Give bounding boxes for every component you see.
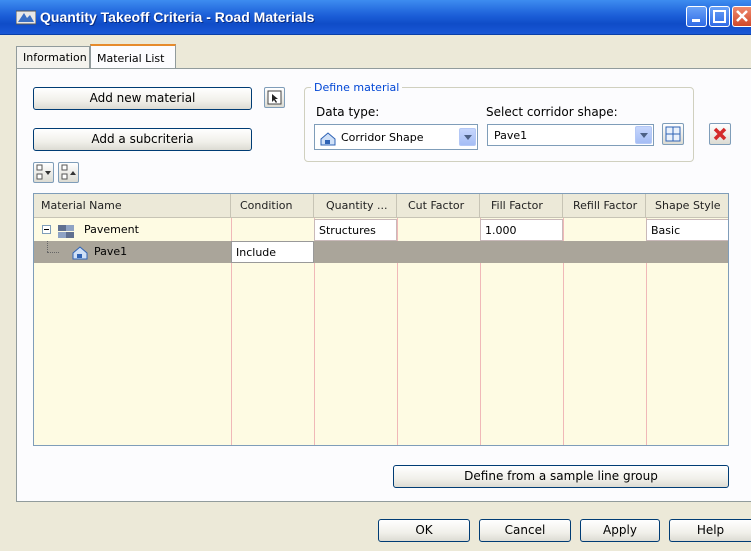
cut-factor-cell[interactable] (397, 241, 480, 263)
select-shape-button[interactable] (662, 123, 684, 145)
corridor-shape-icon (72, 246, 88, 260)
shape-style-cell[interactable]: Basic (646, 219, 728, 241)
collapse-tree-icon (61, 164, 76, 180)
column-header-quantity[interactable]: Quantity ... (314, 194, 397, 218)
expand-all-button[interactable] (33, 162, 54, 183)
add-subcriteria-button[interactable]: Add a subcriteria (33, 128, 252, 151)
tab-information[interactable]: Information (16, 46, 90, 68)
pick-cursor-icon (267, 90, 282, 105)
column-header-fill-factor[interactable]: Fill Factor (480, 194, 563, 218)
material-grid[interactable]: Material Name Condition Quantity ... Cut… (33, 193, 729, 446)
cut-factor-cell[interactable] (397, 219, 480, 241)
data-type-select[interactable]: Corridor Shape (314, 124, 478, 150)
fill-factor-cell[interactable] (480, 241, 563, 263)
maximize-icon (713, 10, 726, 23)
close-button[interactable] (732, 6, 751, 27)
chevron-down-icon (635, 126, 652, 144)
pick-from-drawing-button[interactable] (264, 87, 285, 108)
chevron-down-icon (459, 128, 476, 146)
column-header-condition[interactable]: Condition (231, 194, 314, 218)
corridor-shape-icon (320, 132, 336, 146)
title-bar[interactable]: Quantity Takeoff Criteria - Road Materia… (0, 0, 751, 35)
condition-cell[interactable]: Include (231, 241, 314, 263)
column-header-cut-factor[interactable]: Cut Factor (397, 194, 480, 218)
column-header-shape-style[interactable]: Shape Style (646, 194, 728, 218)
refill-factor-cell[interactable] (563, 241, 646, 263)
app-icon (16, 10, 36, 25)
define-from-sample-line-group-button[interactable]: Define from a sample line group (393, 465, 729, 488)
refill-factor-cell[interactable] (563, 219, 646, 241)
condition-cell[interactable] (231, 219, 314, 241)
minimize-icon (692, 19, 700, 22)
quantity-cell[interactable] (314, 241, 397, 263)
window-title: Quantity Takeoff Criteria - Road Materia… (40, 9, 315, 25)
quantity-cell[interactable]: Structures (314, 219, 397, 241)
apply-button[interactable]: Apply (580, 519, 660, 542)
table-row-pavement[interactable]: Pavement Structures 1.000 Basic (34, 219, 728, 241)
shape-style-cell[interactable] (646, 241, 728, 263)
tab-material-list-label: Material List (97, 52, 165, 65)
expand-tree-icon (36, 164, 51, 180)
ok-button[interactable]: OK (378, 519, 470, 542)
corridor-shape-select[interactable]: Pave1 (487, 124, 654, 146)
data-type-label: Data type: (316, 105, 380, 119)
grid-header: Material Name Condition Quantity ... Cut… (34, 194, 728, 218)
shape-select-icon (665, 126, 681, 142)
data-type-value: Corridor Shape (341, 131, 424, 144)
minimize-button[interactable] (686, 6, 707, 27)
help-button[interactable]: Help (669, 519, 751, 542)
table-row-pave1[interactable]: Pave1 Include (34, 241, 728, 263)
collapse-all-button[interactable] (58, 162, 79, 183)
close-icon (736, 10, 748, 22)
material-name: Pavement (84, 223, 139, 236)
tab-material-list[interactable]: Material List (90, 44, 176, 68)
remove-material-button[interactable] (709, 123, 731, 145)
corridor-shape-label: Select corridor shape: (486, 105, 618, 119)
fill-factor-cell[interactable]: 1.000 (480, 219, 563, 241)
define-material-legend: Define material (314, 81, 400, 94)
corridor-shape-value: Pave1 (494, 129, 528, 142)
material-folder-icon (58, 225, 74, 238)
column-header-material-name[interactable]: Material Name (34, 194, 231, 218)
column-header-refill-factor[interactable]: Refill Factor (563, 194, 646, 218)
material-name-cell: Pave1 (37, 241, 231, 263)
add-new-material-button[interactable]: Add new material (33, 87, 252, 110)
material-name: Pave1 (94, 245, 128, 258)
dialog-window: Quantity Takeoff Criteria - Road Materia… (0, 0, 751, 551)
delete-icon (713, 127, 727, 141)
cancel-button[interactable]: Cancel (479, 519, 571, 542)
tab-information-label: Information (23, 51, 87, 64)
maximize-button[interactable] (709, 6, 730, 27)
collapse-node-icon[interactable] (42, 225, 51, 234)
material-name-cell: Pavement (37, 219, 231, 241)
